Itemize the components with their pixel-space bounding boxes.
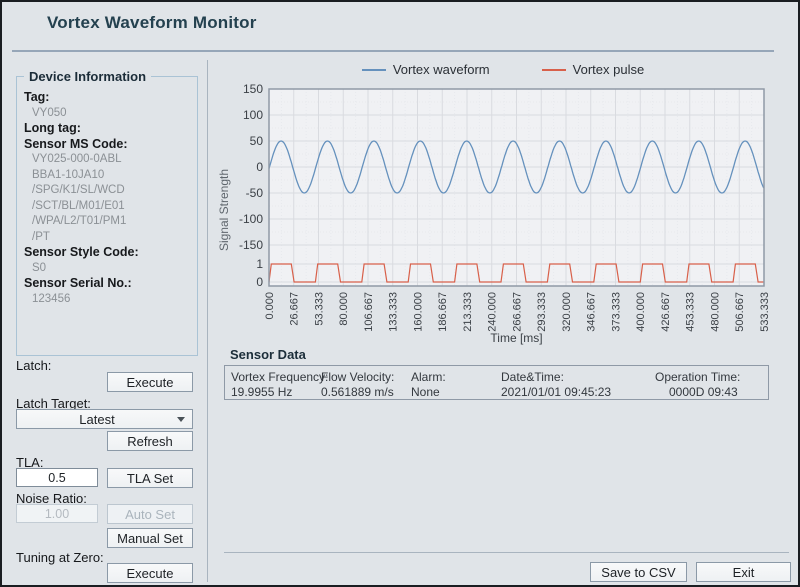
svg-text:50: 50 (250, 134, 264, 148)
svg-text:133.333: 133.333 (388, 292, 400, 332)
legend-item-vortex-pulse: Vortex pulse (542, 62, 645, 77)
svg-text:213.333: 213.333 (462, 292, 474, 332)
ms-code-line: /SCT/BL/M01/E01 (24, 199, 194, 215)
tuning-at-zero-label: Tuning at Zero: (16, 550, 104, 565)
tla-set-button[interactable]: TLA Set (107, 468, 193, 488)
svg-text:53.333: 53.333 (313, 292, 325, 326)
tla-input[interactable] (16, 468, 98, 487)
flow-velocity-value: 0.561889 m/s (321, 385, 394, 399)
svg-text:266.667: 266.667 (511, 292, 523, 332)
svg-text:0.000: 0.000 (264, 292, 276, 320)
svg-text:150: 150 (243, 82, 263, 96)
tuning-execute-button[interactable]: Execute (107, 563, 193, 583)
svg-text:453.333: 453.333 (685, 292, 697, 332)
serial-no-label: Sensor Serial No.: (24, 276, 194, 292)
ms-code-line: BBA1-10JA10 (24, 168, 194, 184)
chart-plot-area: 150100500-50-100-150100.00026.66753.3338… (214, 60, 792, 356)
page-title: Vortex Waveform Monitor (47, 13, 257, 33)
svg-text:100: 100 (243, 108, 263, 122)
noise-ratio-input (16, 504, 98, 523)
vortex-frequency-value: 19.9955 Hz (231, 385, 292, 399)
long-tag-label: Long tag: (24, 121, 194, 137)
waveform-line-swatch (362, 69, 386, 71)
svg-text:26.667: 26.667 (289, 292, 301, 326)
svg-text:346.667: 346.667 (586, 292, 598, 332)
alarm-value: None (411, 385, 440, 399)
svg-text:0: 0 (256, 275, 263, 289)
title-divider (12, 50, 774, 52)
svg-text:160.000: 160.000 (412, 292, 424, 332)
datetime-label: Date&Time: (501, 370, 564, 384)
chevron-down-icon (177, 417, 185, 422)
svg-text:106.667: 106.667 (363, 292, 375, 332)
latch-target-selected-value: Latest (17, 412, 177, 427)
svg-text:1: 1 (256, 257, 263, 271)
legend-label-waveform: Vortex waveform (393, 62, 490, 77)
flow-velocity-label: Flow Velocity: (321, 370, 394, 384)
svg-text:373.333: 373.333 (610, 292, 622, 332)
svg-text:186.667: 186.667 (437, 292, 449, 332)
svg-text:293.333: 293.333 (536, 292, 548, 332)
svg-text:-150: -150 (239, 238, 263, 252)
ms-code-line: VY025-000-0ABL (24, 152, 194, 168)
save-to-csv-button[interactable]: Save to CSV (590, 562, 687, 582)
legend-label-pulse: Vortex pulse (573, 62, 645, 77)
tag-label: Tag: (24, 90, 194, 106)
svg-text:Time [ms]: Time [ms] (490, 331, 542, 345)
latch-target-dropdown[interactable]: Latest (16, 409, 193, 429)
svg-text:400.000: 400.000 (635, 292, 647, 332)
svg-text:Signal Strength: Signal Strength (217, 169, 231, 251)
operation-time-label: Operation Time: (655, 370, 740, 384)
chart-legend: Vortex waveform Vortex pulse (214, 62, 792, 77)
style-code-value: S0 (24, 261, 194, 277)
ms-code-label: Sensor MS Code: (24, 137, 194, 153)
svg-text:-100: -100 (239, 212, 263, 226)
serial-no-value: 123456 (24, 292, 194, 308)
svg-text:506.667: 506.667 (734, 292, 746, 332)
svg-text:320.000: 320.000 (561, 292, 573, 332)
svg-text:-50: -50 (246, 186, 264, 200)
auto-set-button: Auto Set (107, 504, 193, 524)
manual-set-button[interactable]: Manual Set (107, 528, 193, 548)
waveform-chart: Vortex waveform Vortex pulse 150 100 50 0 -5… (214, 60, 792, 356)
svg-text:0: 0 (256, 160, 263, 174)
ms-code-line: /PT (24, 230, 194, 246)
svg-text:426.667: 426.667 (660, 292, 672, 332)
panel-divider (207, 60, 208, 582)
tag-value: VY050 (24, 106, 194, 122)
ms-code-line: /WPA/L2/T01/PM1 (24, 214, 194, 230)
pulse-line-swatch (542, 69, 566, 71)
ms-code-line: /SPG/K1/SL/WCD (24, 183, 194, 199)
legend-item-vortex-waveform: Vortex waveform (362, 62, 490, 77)
svg-text:480.000: 480.000 (709, 292, 721, 332)
datetime-value: 2021/01/01 09:45:23 (501, 385, 611, 399)
svg-text:240.000: 240.000 (487, 292, 499, 332)
vortex-frequency-label: Vortex Frequency: (231, 370, 328, 384)
device-information-legend: Device Information (24, 69, 151, 84)
vortex-waveform-monitor-window: Vortex Waveform Monitor Device Informati… (0, 0, 800, 587)
operation-time-value: 0000D 09:43 (669, 385, 738, 399)
sensor-data-box: Vortex Frequency: 19.9955 Hz Flow Veloci… (224, 365, 769, 400)
latch-label: Latch: (16, 358, 51, 373)
alarm-label: Alarm: (411, 370, 446, 384)
sensor-data-title: Sensor Data (230, 347, 306, 362)
footer-divider (224, 552, 789, 553)
device-information-body: Tag: VY050 Long tag: Sensor MS Code: VY0… (24, 90, 194, 307)
svg-text:533.333: 533.333 (759, 292, 771, 332)
latch-execute-button[interactable]: Execute (107, 372, 193, 392)
style-code-label: Sensor Style Code: (24, 245, 194, 261)
exit-button[interactable]: Exit (696, 562, 791, 582)
svg-text:80.000: 80.000 (338, 292, 350, 326)
refresh-button[interactable]: Refresh (107, 431, 193, 451)
